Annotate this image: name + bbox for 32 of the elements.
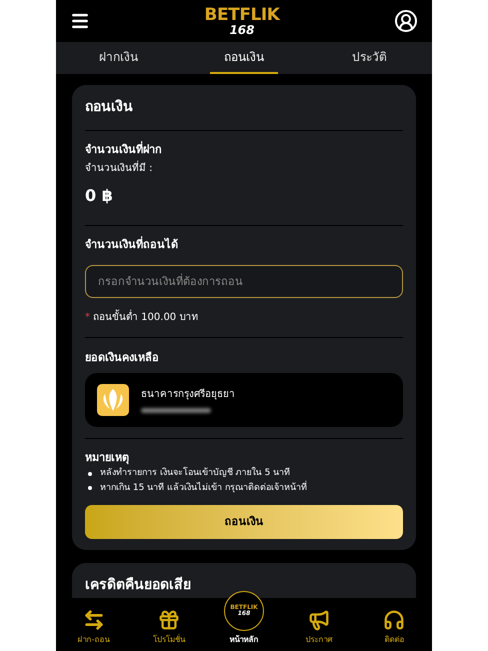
headphones-icon xyxy=(383,609,406,631)
swap-arrows-icon xyxy=(82,609,105,631)
megaphone-icon xyxy=(308,609,330,631)
nav-item[interactable]: ประกาศ xyxy=(282,609,357,646)
card-title: ถอนเงิน xyxy=(85,85,403,131)
bullet-icon xyxy=(88,472,92,476)
nav-item[interactable]: โปรโมชั่น xyxy=(131,609,206,646)
balance-label: จำนวนเงินที่มี : xyxy=(85,160,154,176)
gift-icon xyxy=(158,609,180,631)
menu-icon[interactable] xyxy=(70,11,90,31)
blurred-account-number xyxy=(141,408,211,412)
nav-item[interactable]: ฝาก-ถอน xyxy=(56,609,132,646)
balance-amount: 0 ฿ xyxy=(85,184,114,206)
withdraw-button[interactable]: ถอนเงิน xyxy=(85,505,403,539)
section-heading: ยอดเงินคงเหลือ xyxy=(85,350,160,366)
bank-name: ธนาคารกรุงศรีอยุธยา xyxy=(141,388,235,402)
logo[interactable]: BETFLIK 168 xyxy=(204,6,280,36)
bank-logo-icon xyxy=(97,384,129,416)
required-mark: * xyxy=(85,311,90,325)
tab[interactable]: ถอนเงิน xyxy=(210,42,278,74)
tab[interactable]: ประวัติ xyxy=(338,42,401,74)
bullet-icon xyxy=(88,486,92,490)
note-text: หลังทำรายการ เงินจะโอนเข้าบัญชี ภายใน 5 นาที xyxy=(100,467,290,480)
tab[interactable]: ฝากเงิน xyxy=(85,42,152,74)
section-heading: จำนวนเงินที่ฝาก xyxy=(85,142,163,158)
note-text: หากเกิน 15 นาที แล้วเงินไม่เข้า กรุณาติดต่อเจ้าหน้าที่ xyxy=(100,482,307,494)
amount-input-field[interactable]: กรอกจำนวนเงินที่ต้องการถอน xyxy=(85,265,403,298)
minimum-note: ถอนขั้นต่ำ 100.00 บาท xyxy=(93,310,198,325)
section-heading: จำนวนเงินที่ถอนได้ xyxy=(85,236,179,252)
nav-item[interactable]: ติดต่อ xyxy=(356,609,432,646)
profile-icon[interactable] xyxy=(394,9,418,33)
notes-heading: หมายเหตุ xyxy=(85,450,130,466)
